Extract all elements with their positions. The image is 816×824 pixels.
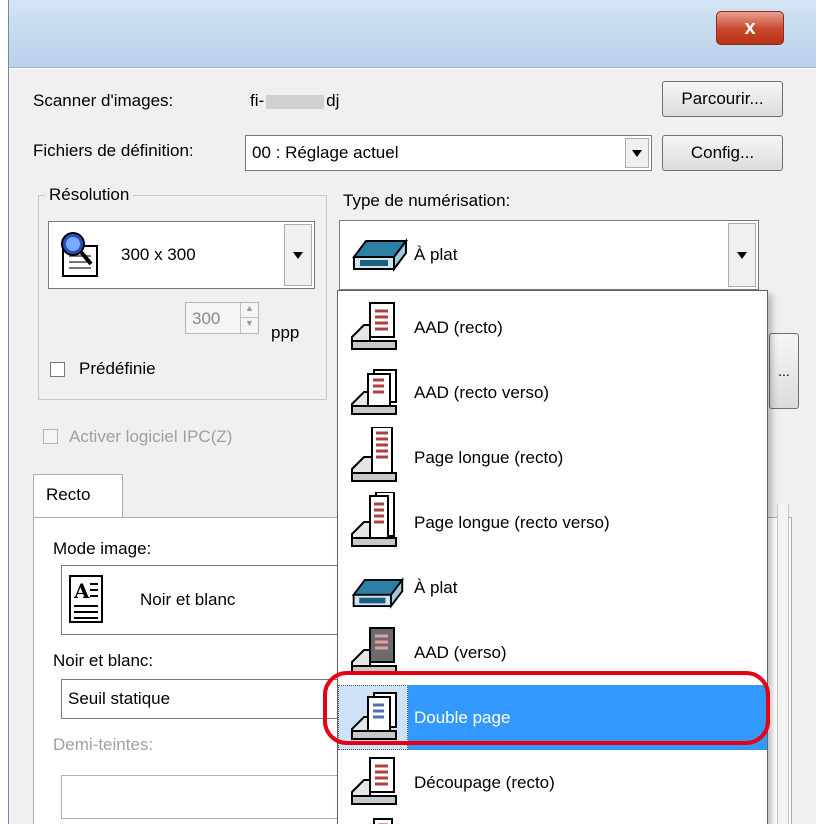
scan-type-label: Type de numérisation: [343, 191, 511, 210]
flatbed-icon [351, 577, 405, 609]
dpi-up-icon[interactable]: ▲ [240, 303, 258, 318]
chevron-down-icon [632, 149, 642, 157]
resolution-combo[interactable]: 300 x 300 [48, 221, 315, 289]
magnifier-document-icon [61, 232, 98, 277]
chevron-down-icon [737, 251, 747, 259]
cropping-simplex-icon [351, 757, 397, 805]
title-bar: x [9, 0, 816, 68]
resolution-group-title: Résolution [45, 185, 134, 205]
image-mode-label: Mode image: [53, 539, 152, 558]
bw-label: Noir et blanc: [53, 651, 154, 670]
tab-recto-label: Recto [46, 485, 91, 504]
long-page-duplex-icon [351, 492, 397, 547]
text-document-icon: A [69, 575, 103, 623]
svg-text:A: A [73, 579, 90, 603]
dpi-unit: ppp [271, 323, 300, 342]
definition-value: 00 : Réglage actuel [252, 143, 399, 162]
list-item-cropping-simplex[interactable]: Découpage (recto) [338, 750, 767, 815]
list-item-adf-duplex[interactable]: AAD (recto verso) [338, 360, 767, 425]
definition-dropdown-button[interactable] [625, 138, 649, 168]
highlight-ring [323, 671, 770, 745]
list-item-label: À plat [414, 577, 458, 597]
ipc-checkbox[interactable] [43, 429, 58, 444]
scan-type-combo[interactable]: À plat [339, 220, 759, 290]
scanner-label: Scanner d'images: [33, 91, 174, 110]
halftone-label: Demi-teintes: [53, 735, 154, 754]
list-item-adf-simplex[interactable]: AAD (recto) [338, 295, 767, 360]
scan-type-value: À plat [414, 245, 458, 264]
list-item-long-page-duplex[interactable]: Page longue (recto verso) [338, 490, 767, 555]
long-page-simplex-icon [351, 427, 397, 482]
list-item-flatbed[interactable]: À plat [338, 555, 767, 620]
scan-type-more-button[interactable]: ... [769, 333, 799, 409]
predefined-label: Prédéfinie [79, 359, 156, 378]
bw-combo[interactable]: Seuil statique [61, 679, 361, 719]
list-item-long-page-simplex[interactable]: Page longue (recto) [338, 425, 767, 490]
predefined-checkbox[interactable] [50, 362, 65, 377]
list-item-label: Page longue (recto) [414, 447, 564, 467]
redacted-model [266, 94, 325, 109]
bw-value: Seuil statique [68, 689, 171, 708]
ipc-label: Activer logiciel IPC(Z) [69, 427, 233, 446]
scan-type-dropdown-button[interactable] [728, 223, 756, 287]
browse-button[interactable]: Parcourir... [662, 81, 783, 117]
tab-panel-edge [777, 504, 789, 824]
list-item-label: Découpage (recto) [414, 772, 555, 792]
dpi-spinbox[interactable]: 300 ▲ ▼ [185, 302, 259, 334]
list-item-label: AAD (verso) [414, 642, 507, 662]
list-item-label: AAD (recto) [414, 317, 503, 337]
chevron-down-icon [293, 251, 303, 259]
image-mode-value: Noir et blanc [140, 590, 236, 609]
halftone-combo[interactable] [61, 775, 361, 819]
close-icon: x [744, 16, 756, 39]
definition-combo[interactable]: 00 : Réglage actuel [245, 135, 652, 171]
adf-simplex-icon [351, 302, 397, 350]
partial-next-item-icon [348, 815, 406, 824]
adf-duplex-icon [351, 369, 397, 415]
flatbed-icon [352, 238, 408, 272]
list-item-label: AAD (recto verso) [414, 382, 550, 402]
list-item-label: Page longue (recto verso) [414, 512, 610, 532]
tab-recto[interactable]: Recto [33, 474, 123, 518]
resolution-dropdown-button[interactable] [284, 224, 312, 286]
close-button[interactable]: x [716, 11, 784, 45]
config-button[interactable]: Config... [662, 135, 783, 171]
scanner-model-value: fi-dj [250, 91, 340, 110]
dpi-down-icon[interactable]: ▼ [240, 318, 258, 333]
dpi-value: 300 [192, 309, 221, 328]
image-mode-combo[interactable]: A Noir et blanc [61, 565, 361, 635]
resolution-value: 300 x 300 [121, 245, 196, 264]
definition-label: Fichiers de définition: [33, 141, 194, 160]
